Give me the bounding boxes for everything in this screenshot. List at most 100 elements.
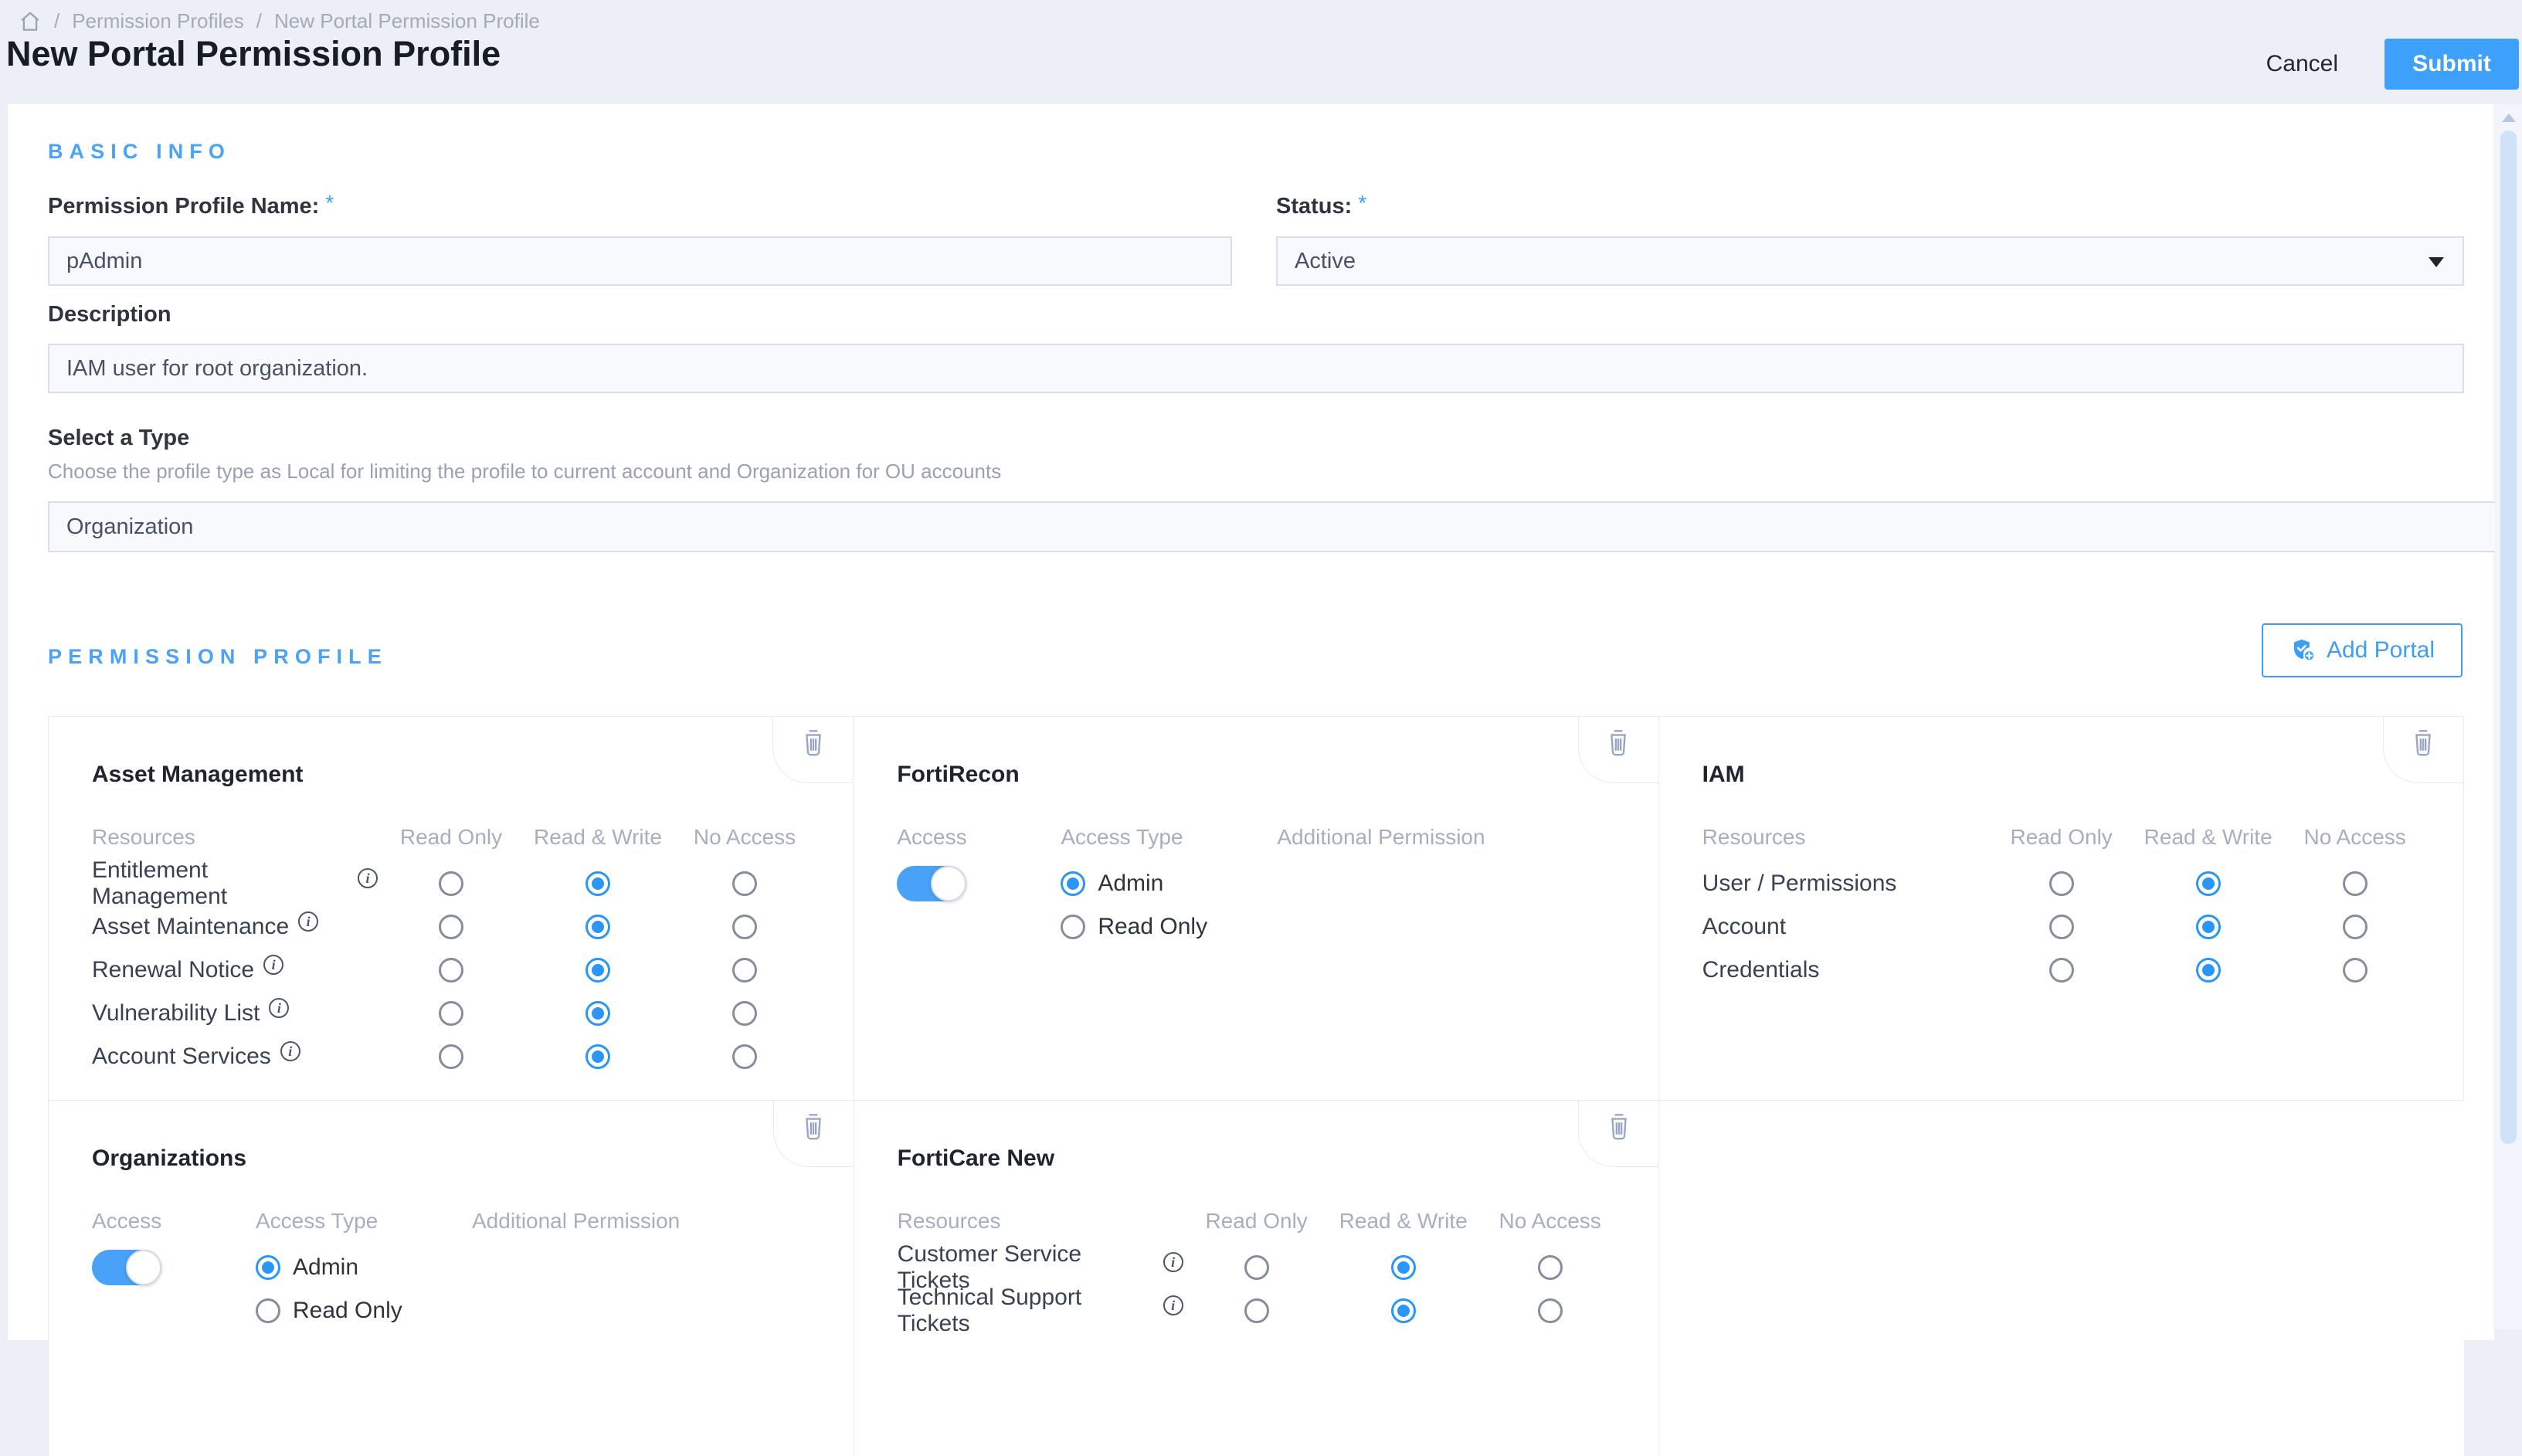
- scrollbar-thumb[interactable]: [2500, 131, 2517, 1144]
- radio-renewal-notice-read-write[interactable]: [586, 958, 610, 983]
- breadcrumb-item-permission-profiles[interactable]: Permission Profiles: [72, 9, 244, 33]
- radio-cell: [524, 871, 671, 896]
- column-header-access: Access: [897, 825, 1061, 850]
- breadcrumb-item-current: New Portal Permission Profile: [274, 9, 540, 33]
- cancel-button[interactable]: Cancel: [2260, 51, 2344, 77]
- delete-portal-button[interactable]: [1578, 717, 1658, 783]
- radio-entitlement-management-read-write[interactable]: [586, 871, 610, 896]
- delete-portal-button[interactable]: [773, 1101, 854, 1167]
- radio-cell: [524, 1044, 671, 1069]
- access-toggle[interactable]: [897, 866, 966, 901]
- info-icon[interactable]: [298, 911, 318, 932]
- radio-customer-service-tickets-read-only[interactable]: [1244, 1255, 1269, 1280]
- radio-technical-support-tickets-no-access[interactable]: [1538, 1298, 1563, 1323]
- access-type-cell: AdminRead Only: [1061, 862, 1207, 949]
- type-value: Organization: [66, 514, 193, 540]
- card-column-headers: ResourcesRead OnlyRead & WriteNo Access: [49, 825, 853, 850]
- submit-button[interactable]: Submit: [2385, 39, 2519, 90]
- radio-technical-support-tickets-read-only[interactable]: [1244, 1298, 1269, 1323]
- radio-asset-maintenance-read-only[interactable]: [439, 915, 463, 939]
- type-select[interactable]: Organization: [48, 501, 2522, 552]
- delete-portal-button[interactable]: [1578, 1101, 1658, 1167]
- access-type-option: Read Only: [1061, 905, 1207, 949]
- radio-entitlement-management-read-only[interactable]: [439, 871, 463, 896]
- profile-name-label: Permission Profile Name:: [48, 194, 319, 219]
- resource-name: User / Permissions: [1702, 871, 1988, 897]
- radio-account-read-only[interactable]: [2049, 915, 2074, 939]
- radio-credentials-no-access[interactable]: [2343, 958, 2368, 983]
- radio-account-no-access[interactable]: [2343, 915, 2368, 939]
- vertical-scrollbar[interactable]: [2495, 104, 2522, 1329]
- radio-asset-maintenance-no-access[interactable]: [732, 915, 757, 939]
- info-icon[interactable]: [263, 955, 283, 975]
- delete-portal-button[interactable]: [2383, 717, 2463, 783]
- resource-name: Entitlement Management: [92, 857, 378, 910]
- radio-user-permissions-read-only[interactable]: [2049, 871, 2074, 896]
- resource-row: Customer Service Tickets: [854, 1246, 1659, 1289]
- radio-vulnerability-list-no-access[interactable]: [732, 1001, 757, 1026]
- radio-credentials-read-only[interactable]: [2049, 958, 2074, 983]
- portal-card-iam: IAM ResourcesRead OnlyRead & WriteNo Acce…: [1658, 717, 2463, 1100]
- radio-access-type-admin[interactable]: [1061, 871, 1085, 896]
- resource-row: Asset Maintenance: [49, 905, 853, 949]
- radio-vulnerability-list-read-only[interactable]: [439, 1001, 463, 1026]
- radio-customer-service-tickets-no-access[interactable]: [1538, 1255, 1563, 1280]
- radio-access-type-admin[interactable]: [256, 1255, 280, 1280]
- radio-cell: [524, 1001, 671, 1026]
- radio-technical-support-tickets-read-write[interactable]: [1391, 1298, 1416, 1323]
- resource-label: Account: [1702, 914, 1786, 940]
- card-title: IAM: [1702, 762, 1745, 788]
- toggle-knob: [931, 866, 966, 901]
- column-header-read-only: Read Only: [1988, 825, 2135, 850]
- info-icon[interactable]: [1163, 1252, 1183, 1272]
- radio-cell: [378, 1001, 524, 1026]
- radio-cell: [671, 958, 818, 983]
- radio-account-read-write[interactable]: [2196, 915, 2221, 939]
- radio-account-services-no-access[interactable]: [732, 1044, 757, 1069]
- column-header-additional-permission: Additional Permission: [1277, 825, 1658, 850]
- portal-card-asset-management: Asset ManagementResourcesRead OnlyRead &…: [49, 717, 853, 1100]
- radio-credentials-read-write[interactable]: [2196, 958, 2221, 983]
- delete-portal-button[interactable]: [772, 717, 853, 783]
- description-input[interactable]: [48, 344, 2464, 393]
- radio-cell: [524, 915, 671, 939]
- radio-vulnerability-list-read-write[interactable]: [586, 1001, 610, 1026]
- home-icon[interactable]: [19, 10, 42, 33]
- column-header-resources: Resources: [1702, 825, 1988, 850]
- portal-card-forticare-new: FortiCare NewResourcesRead OnlyRead & Wr…: [854, 1101, 1660, 1456]
- card-rows: User / PermissionsAccountCredentials: [1659, 862, 2463, 992]
- radio-account-services-read-write[interactable]: [586, 1044, 610, 1069]
- radio-access-type-read-only[interactable]: [256, 1298, 280, 1323]
- add-portal-button[interactable]: Add Portal: [2262, 623, 2463, 677]
- radio-asset-maintenance-read-write[interactable]: [586, 915, 610, 939]
- required-asterisk: *: [1358, 191, 1366, 215]
- content-panel: BASIC INFO Permission Profile Name:* Sta…: [8, 104, 2494, 1340]
- card-column-headers: ResourcesRead OnlyRead & WriteNo Access: [1659, 825, 2463, 850]
- radio-renewal-notice-no-access[interactable]: [732, 958, 757, 983]
- radio-user-permissions-no-access[interactable]: [2343, 871, 2368, 896]
- shield-plus-icon: [2289, 637, 2317, 664]
- column-header-resources: Resources: [898, 1209, 1183, 1234]
- info-icon[interactable]: [358, 868, 378, 888]
- radio-cell: [671, 1044, 818, 1069]
- scrollbar-up-arrow-icon[interactable]: [2502, 114, 2516, 122]
- access-toggle[interactable]: [92, 1250, 161, 1285]
- radio-customer-service-tickets-read-write[interactable]: [1391, 1255, 1416, 1280]
- radio-entitlement-management-no-access[interactable]: [732, 871, 757, 896]
- access-type-cell: AdminRead Only: [256, 1246, 402, 1332]
- radio-access-type-read-only[interactable]: [1061, 915, 1085, 939]
- profile-name-input[interactable]: [48, 236, 1232, 286]
- resource-row: Vulnerability List: [49, 992, 853, 1035]
- info-icon[interactable]: [269, 998, 289, 1018]
- radio-cell: [1477, 1298, 1624, 1323]
- status-label: Status:: [1276, 194, 1352, 219]
- radio-user-permissions-read-write[interactable]: [2196, 871, 2221, 896]
- card-rows: Entitlement ManagementAsset MaintenanceR…: [49, 862, 853, 1078]
- resource-label: User / Permissions: [1702, 871, 1897, 897]
- radio-renewal-notice-read-only[interactable]: [439, 958, 463, 983]
- info-icon[interactable]: [280, 1041, 300, 1061]
- radio-account-services-read-only[interactable]: [439, 1044, 463, 1069]
- info-icon[interactable]: [1163, 1295, 1183, 1315]
- status-select[interactable]: Active: [1276, 236, 2464, 286]
- description-label: Description: [48, 302, 171, 328]
